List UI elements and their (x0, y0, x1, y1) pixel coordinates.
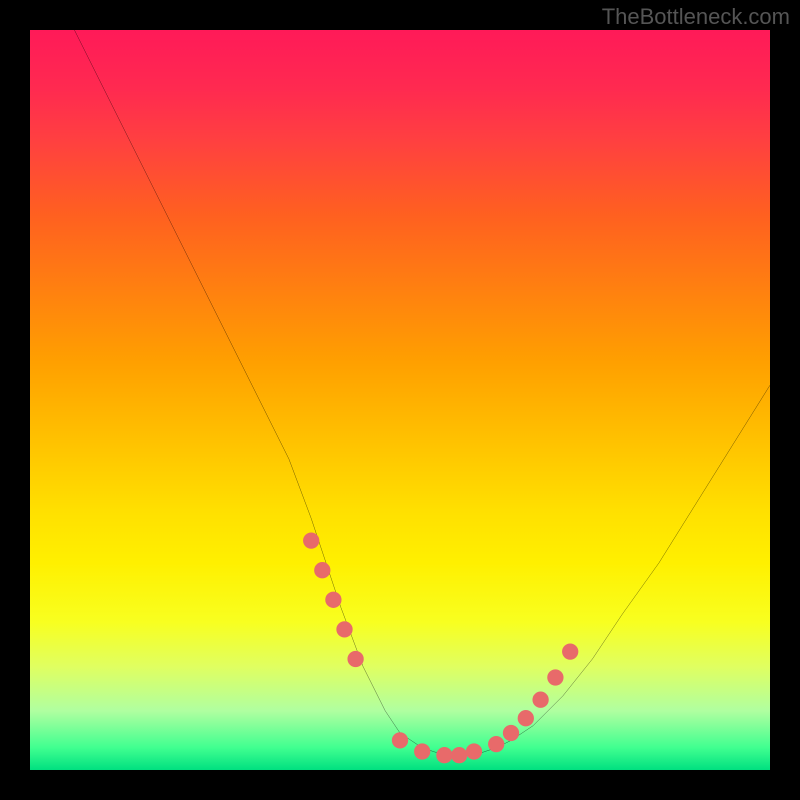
marker-dot (336, 621, 352, 637)
marker-dot (303, 532, 319, 548)
chart-svg (30, 30, 770, 770)
curve-layer (74, 30, 770, 755)
marker-dots (303, 532, 578, 763)
marker-dot (532, 692, 548, 708)
marker-dot (451, 747, 467, 763)
marker-dot (547, 669, 563, 685)
marker-dot (503, 725, 519, 741)
marker-dot (518, 710, 534, 726)
watermark-text: TheBottleneck.com (602, 4, 790, 30)
marker-dot (392, 732, 408, 748)
bottleneck-curve (74, 30, 770, 755)
plot-area (30, 30, 770, 770)
marker-dot (314, 562, 330, 578)
marker-dot (347, 651, 363, 667)
marker-dot (325, 592, 341, 608)
marker-dot (436, 747, 452, 763)
marker-dot (414, 743, 430, 759)
marker-dot (562, 643, 578, 659)
marker-dot (466, 743, 482, 759)
marker-dot (488, 736, 504, 752)
